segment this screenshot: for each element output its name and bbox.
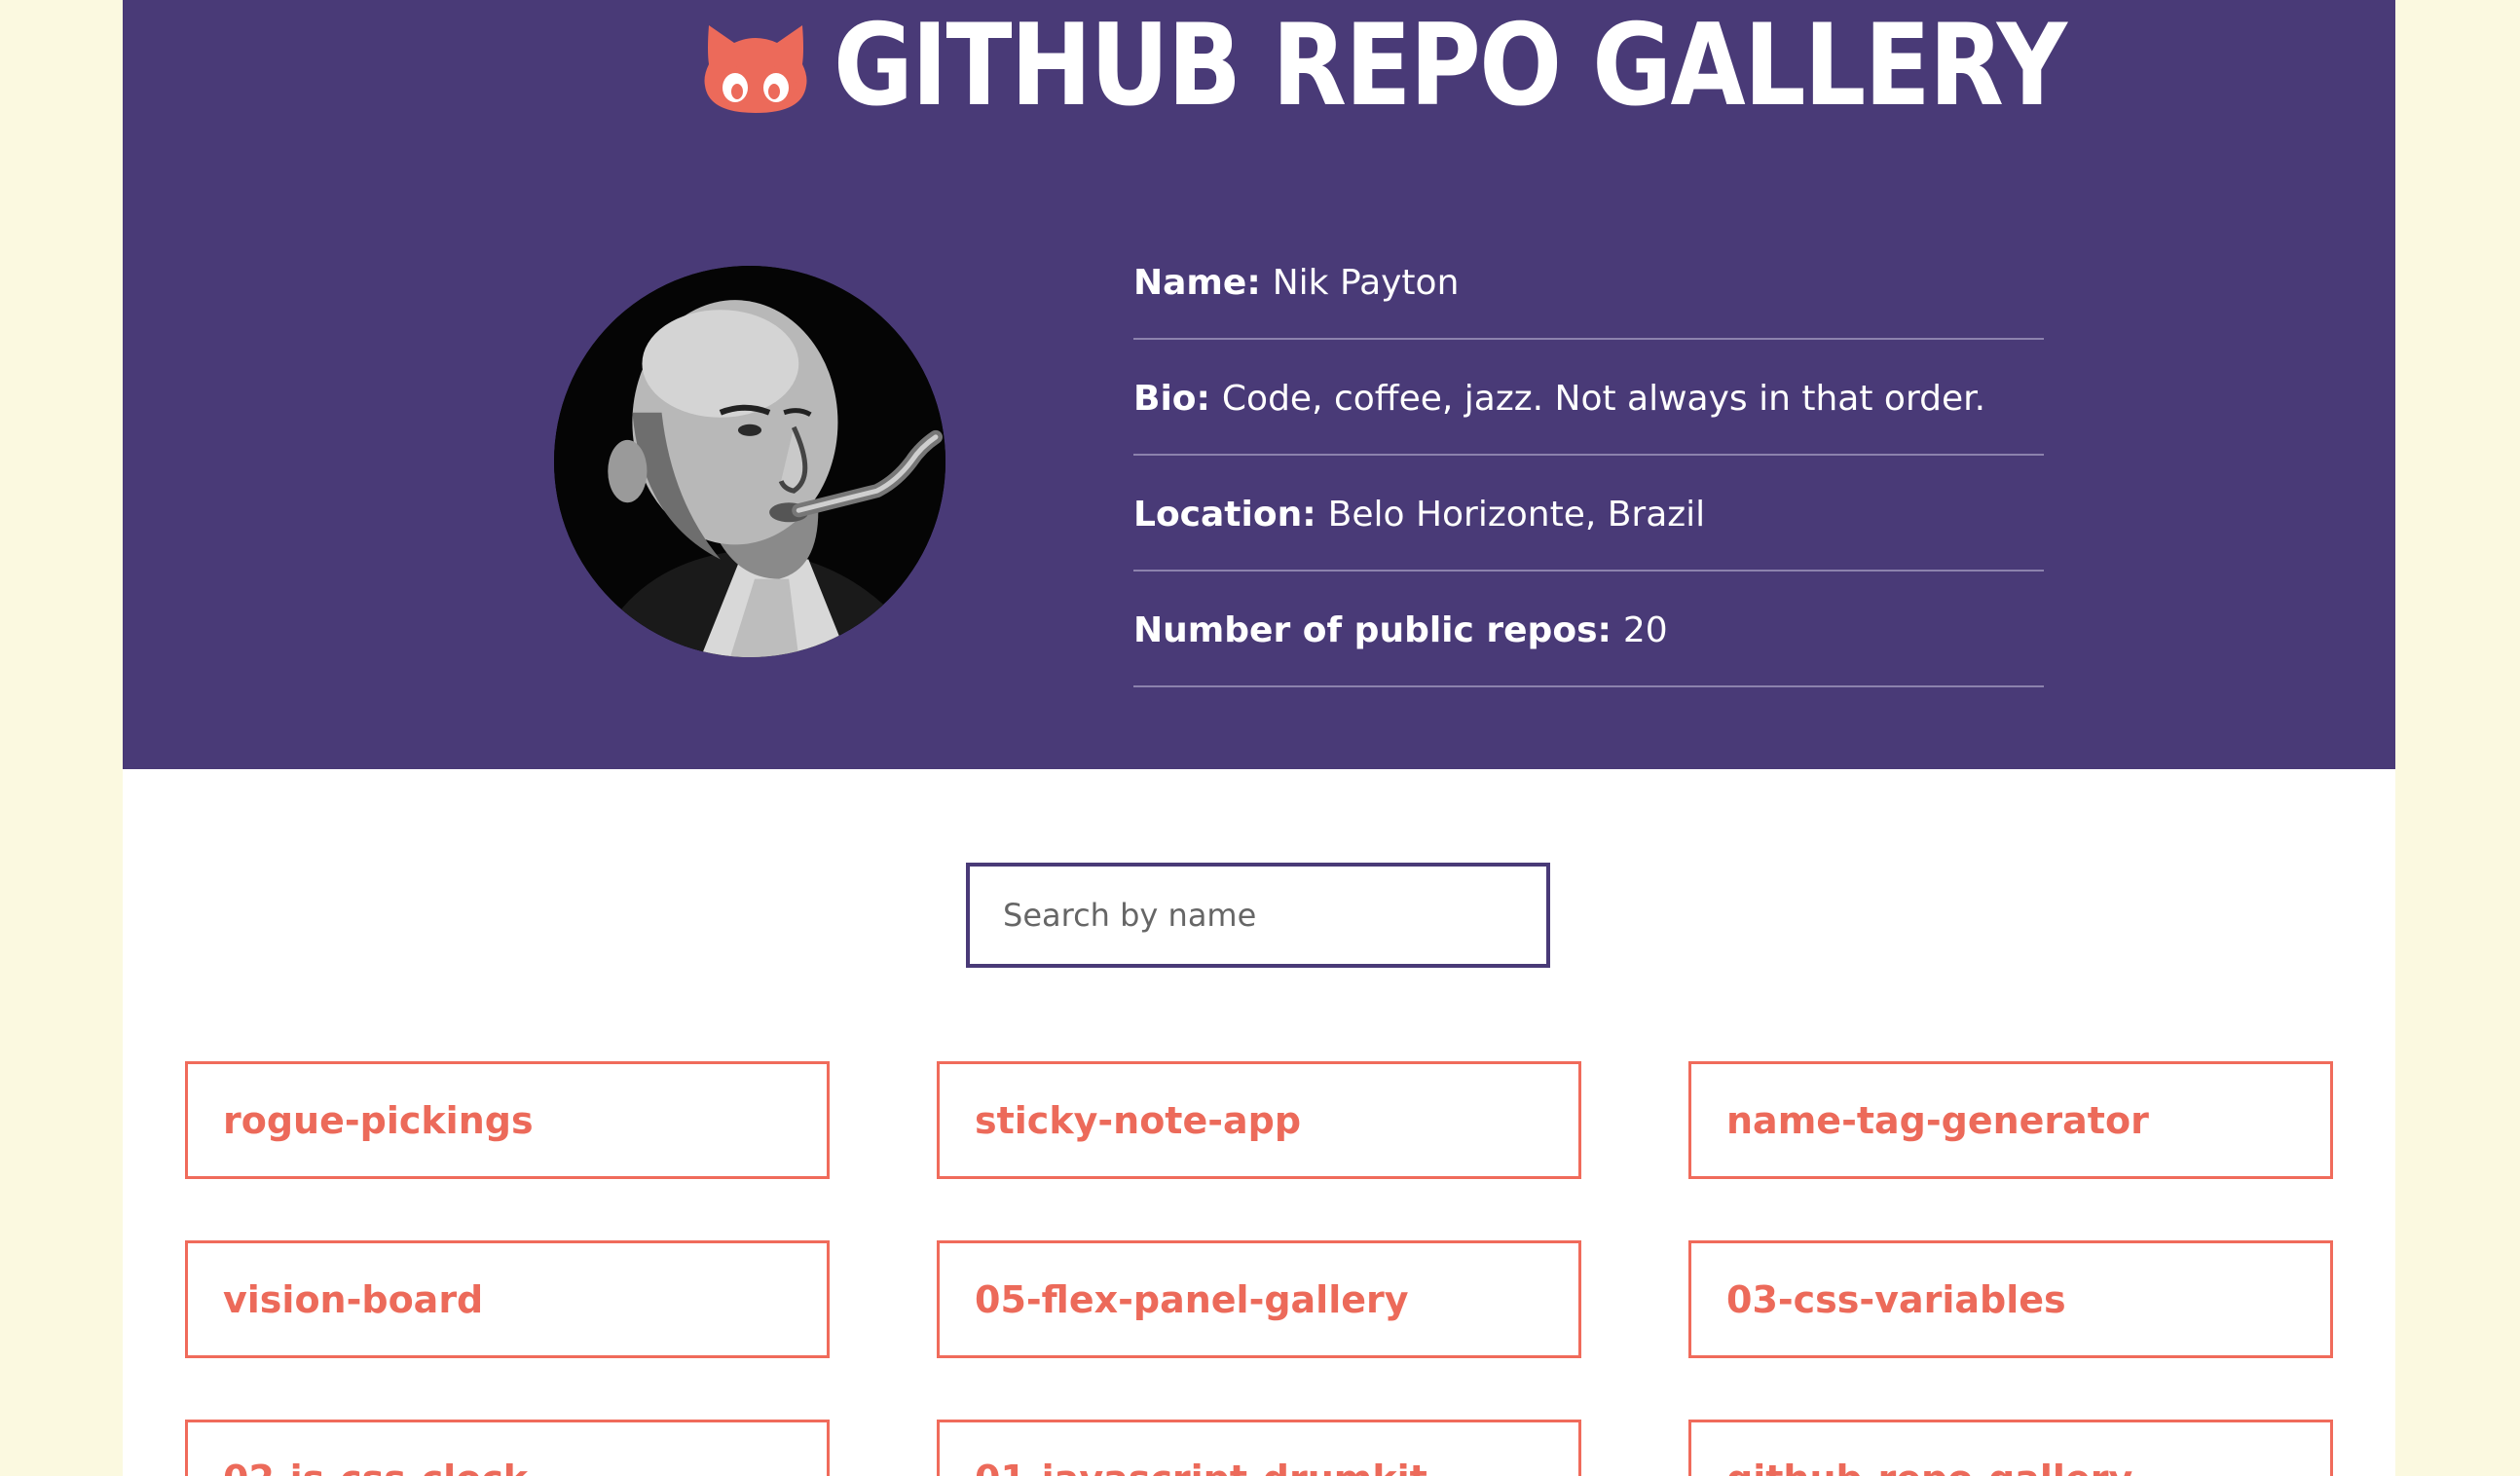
repo-name: 05-flex-panel-gallery	[975, 1277, 1409, 1321]
repo-card[interactable]: github-repo-gallery	[1688, 1420, 2333, 1476]
repo-name: 02-js-css-clock	[223, 1458, 528, 1476]
search-box	[966, 863, 1550, 968]
page: GITHUB REPO GALLERY Name: Nik Payton Bio…	[123, 0, 2395, 1476]
repo-card[interactable]: sticky-note-app	[937, 1061, 1581, 1179]
profile-name-label: Name:	[1133, 263, 1261, 303]
profile-repos-value: 20	[1622, 610, 1668, 650]
profile-location-row: Location: Belo Horizonte, Brazil	[1133, 456, 2044, 572]
repo-card[interactable]: 05-flex-panel-gallery	[937, 1240, 1581, 1358]
profile-name-row: Name: Nik Payton	[1133, 224, 2044, 340]
repo-card[interactable]: name-tag-generator	[1688, 1061, 2333, 1179]
profile-name-value: Nik Payton	[1272, 263, 1460, 303]
repo-name: github-repo-gallery	[1726, 1458, 2132, 1476]
repo-name: 01-javascript-drumkit	[975, 1458, 1427, 1476]
repo-card[interactable]: 03-css-variables	[1688, 1240, 2333, 1358]
avatar	[554, 266, 945, 657]
avatar-photo	[554, 266, 945, 657]
title-row: GITHUB REPO GALLERY	[123, 0, 2395, 131]
profile-bio-value: Code, coffee, jazz. Not always in that o…	[1221, 379, 1986, 419]
page-title: GITHUB REPO GALLERY	[834, 0, 2067, 131]
profile-location-value: Belo Horizonte, Brazil	[1327, 495, 1706, 535]
repo-name: 03-css-variables	[1726, 1277, 2066, 1321]
repo-card[interactable]: 01-javascript-drumkit	[937, 1420, 1581, 1476]
repo-name: rogue-pickings	[223, 1098, 534, 1142]
profile-location-label: Location:	[1133, 495, 1316, 535]
octocat-icon	[704, 24, 807, 113]
repo-card[interactable]: 02-js-css-clock	[185, 1420, 830, 1476]
repo-name: vision-board	[223, 1277, 484, 1321]
profile-bio-label: Bio:	[1133, 379, 1210, 419]
repo-card[interactable]: vision-board	[185, 1240, 830, 1358]
repo-name: sticky-note-app	[975, 1098, 1302, 1142]
repo-card[interactable]: rogue-pickings	[185, 1061, 830, 1179]
search-input[interactable]	[970, 867, 1546, 964]
repo-name: name-tag-generator	[1726, 1098, 2149, 1142]
profile-bio-row: Bio: Code, coffee, jazz. Not always in t…	[1133, 340, 2044, 456]
profile-repos-row: Number of public repos: 20	[1133, 572, 2044, 687]
header: GITHUB REPO GALLERY Name: Nik Payton Bio…	[123, 0, 2395, 769]
profile-info: Name: Nik Payton Bio: Code, coffee, jazz…	[1133, 224, 2044, 687]
profile-repos-label: Number of public repos:	[1133, 610, 1612, 650]
